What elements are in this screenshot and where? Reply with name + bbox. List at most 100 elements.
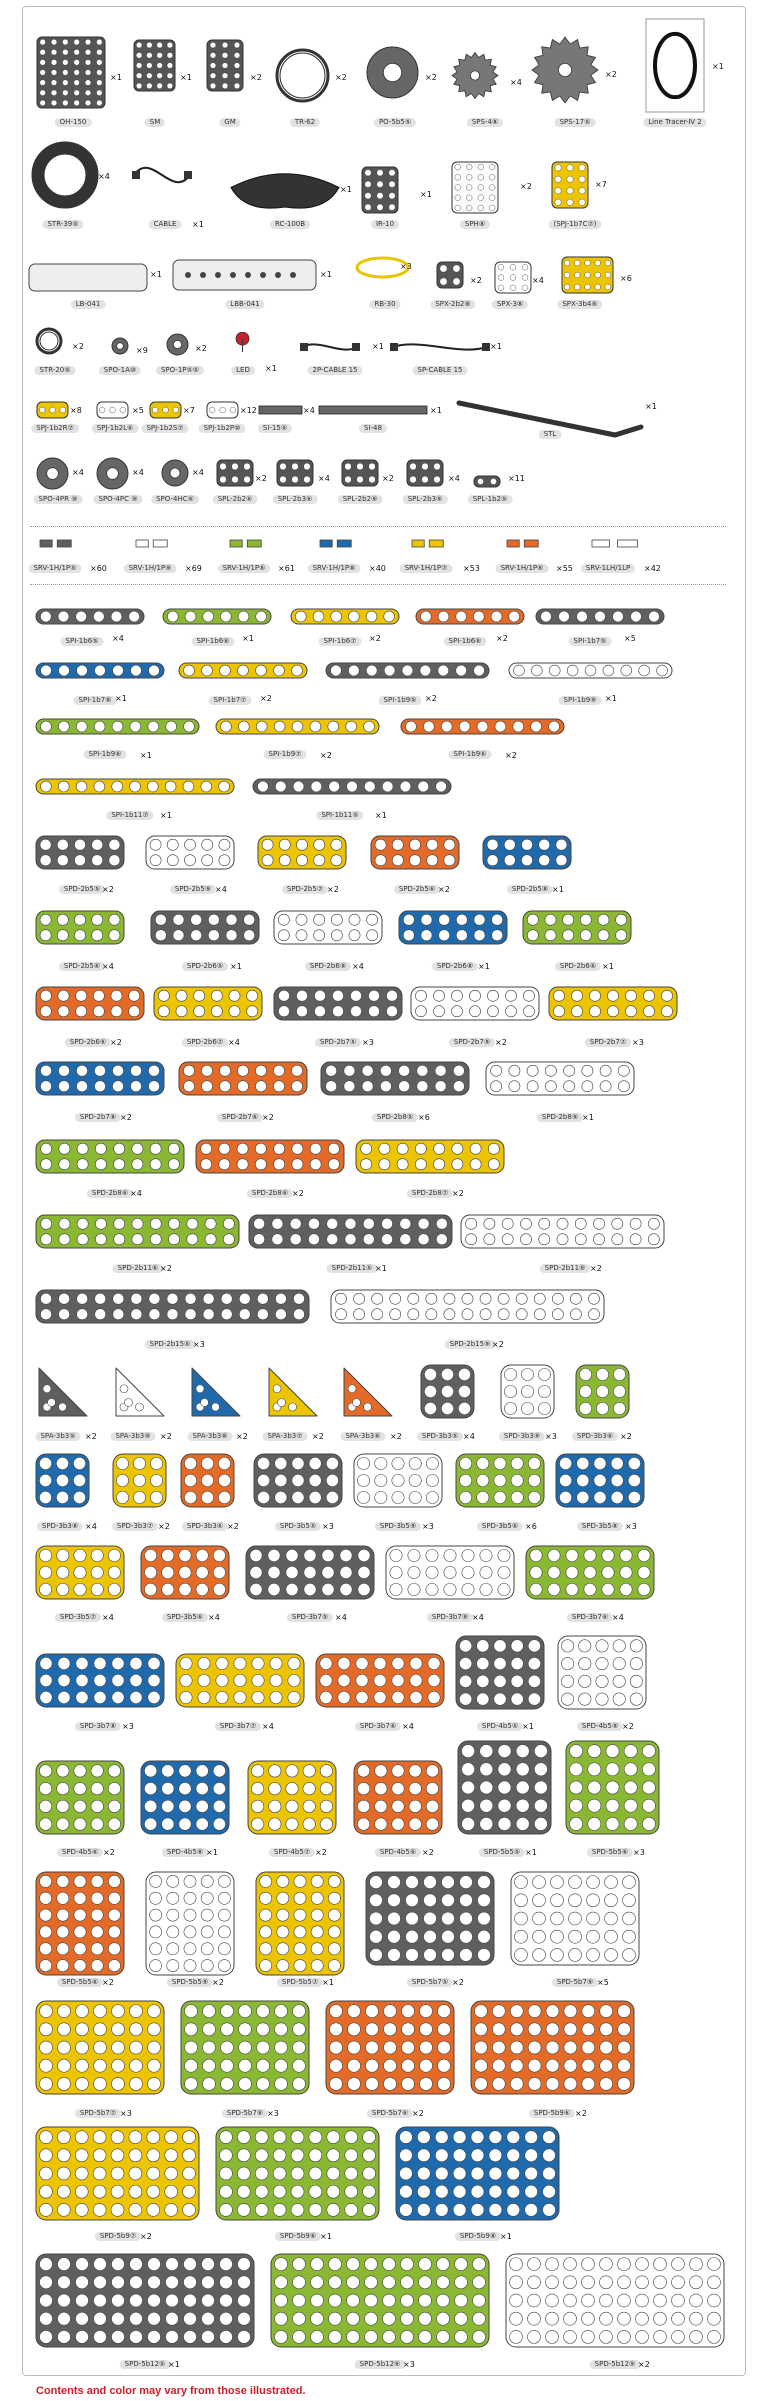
part-quantity: ×4 xyxy=(98,172,110,181)
part-quantity: ×1 xyxy=(140,751,152,760)
part-quantity: ×1 xyxy=(645,402,657,411)
part-code-label: SPD-4b5⑦ xyxy=(268,1848,316,1857)
part-quantity: ×2 xyxy=(382,474,394,483)
part-quantity: ×4 xyxy=(130,1189,142,1198)
part-code-label: SP-CABLE 15 xyxy=(412,366,468,375)
rivet-icon xyxy=(39,539,72,548)
part-code-label: SPD-4b5⑤ xyxy=(476,1722,524,1731)
part-quantity: ×3 xyxy=(633,1848,645,1857)
l-bracket-icon xyxy=(276,459,314,487)
part-code-label: SPO-4PC ⑨ xyxy=(93,495,143,504)
part-code-label: SPD-2b6⑧ xyxy=(431,962,479,971)
part-quantity: ×2 xyxy=(315,1848,327,1857)
section-divider xyxy=(30,584,726,585)
part-code-label: SPD-3b5⑥ xyxy=(476,1522,524,1531)
part-code-label: SPD-3b7⑤ xyxy=(286,1613,334,1622)
part-quantity: ×5 xyxy=(624,634,636,643)
part-code-label: SPO-4PR ⑨ xyxy=(33,495,83,504)
plate-icon xyxy=(150,910,260,945)
l-bracket-icon xyxy=(216,459,254,487)
part-quantity: ×2 xyxy=(236,1432,248,1441)
plate-icon xyxy=(112,1453,167,1508)
part-quantity: ×4 xyxy=(228,1038,240,1047)
part-code-label: SPI-1b9⑥ xyxy=(83,750,127,759)
part-quantity: ×3 xyxy=(322,1522,334,1531)
part-code-label: SPD-5b5⑥ xyxy=(56,1978,104,1987)
part-quantity: ×1 xyxy=(340,185,352,194)
part-quantity: ×40 xyxy=(369,564,386,573)
plate-icon xyxy=(485,1061,635,1096)
part-quantity: ×2 xyxy=(452,1978,464,1987)
part-code-label: SPI-1b7⑤ xyxy=(568,637,612,646)
beam-icon xyxy=(252,778,452,795)
part-code-label: SPD-2b11⑨ xyxy=(539,1264,591,1273)
plate-icon xyxy=(315,1653,445,1708)
part-code-label: SPI-1b6⑥ xyxy=(191,637,235,646)
part-quantity: ×6 xyxy=(525,1522,537,1531)
part-code-label: SPD-5b5⑤ xyxy=(478,1848,526,1857)
part-code-label: SRV-1H/1P⑨ xyxy=(123,564,177,573)
part-code-label: SPD-5b5⑦ xyxy=(276,1978,324,1987)
part-quantity: ×2 xyxy=(335,73,347,82)
plate-icon xyxy=(273,986,403,1021)
plate-icon xyxy=(365,1871,495,1966)
part-quantity: ×7 xyxy=(595,180,607,189)
part-code-label: SPD-2b5⑦ xyxy=(281,885,329,894)
part-code-label: SPL-1b2⑤ xyxy=(467,495,513,504)
plate-icon xyxy=(505,2253,725,2348)
part-quantity: ×4 xyxy=(85,1522,97,1531)
part-quantity: ×2 xyxy=(505,751,517,760)
ring-icon xyxy=(35,327,63,355)
part-code-label: SPD-3b5⑦ xyxy=(54,1613,102,1622)
part-quantity: ×1 xyxy=(582,1113,594,1122)
part-quantity: ×3 xyxy=(403,2360,415,2369)
plate-icon xyxy=(510,1871,640,1966)
part-quantity: ×1 xyxy=(265,364,277,373)
part-quantity: ×1 xyxy=(552,885,564,894)
part-quantity: ×1 xyxy=(180,73,192,82)
part-quantity: ×42 xyxy=(644,564,661,573)
part-quantity: ×8 xyxy=(70,406,82,415)
plate-icon xyxy=(555,1453,645,1508)
part-quantity: ×2 xyxy=(102,1978,114,1987)
plate-icon xyxy=(273,910,383,945)
part-quantity: ×2 xyxy=(470,276,482,285)
part-code-label: STR-20⑤ xyxy=(34,366,76,375)
part-quantity: ×2 xyxy=(320,751,332,760)
plate-icon xyxy=(175,1653,305,1708)
remote-controller-icon xyxy=(230,173,340,209)
wheel-hub-icon xyxy=(96,457,129,490)
part-code-label: SPD-2b15⑤ xyxy=(144,1340,196,1349)
plate-icon xyxy=(325,2000,455,2095)
part-quantity: ×11 xyxy=(508,474,525,483)
part-code-label: SRV-1H/1P⑦ xyxy=(399,564,453,573)
part-quantity: ×3 xyxy=(267,2109,279,2118)
plate-icon xyxy=(522,910,632,945)
part-code-label: SPO-1P⑤⑤ xyxy=(155,366,205,375)
plate-icon xyxy=(35,1871,125,1976)
part-code-label: SPX-3b4⑥ xyxy=(557,300,603,309)
pulley-icon xyxy=(366,46,419,99)
part-code-label: SPA-3b3⑥ xyxy=(340,1432,386,1441)
triangle-plate-icon xyxy=(115,1367,165,1417)
plate-icon xyxy=(140,1545,230,1600)
part-quantity: ×1 xyxy=(375,1264,387,1273)
part-code-label: SPD-5b12⑥ xyxy=(354,2360,406,2369)
plate-icon xyxy=(35,1653,165,1708)
part-code-label: SPI-1b7⑦ xyxy=(208,696,252,705)
part-code-label: SPD-3b3⑤ xyxy=(416,1432,464,1441)
connector-icon xyxy=(494,261,532,294)
hub-icon xyxy=(161,459,189,487)
part-code-label: SPD-4b5⑨ xyxy=(576,1722,624,1731)
plate-icon xyxy=(565,1740,660,1835)
plate-icon xyxy=(180,1453,235,1508)
part-quantity: ×2 xyxy=(390,1432,402,1441)
part-quantity: ×4 xyxy=(510,78,522,87)
servo-motor-icon xyxy=(133,39,176,92)
part-code-label: SPD-3b7⑨ xyxy=(426,1613,474,1622)
part-code-label: SPA-3b3⑦ xyxy=(262,1432,308,1441)
plate-icon xyxy=(35,1453,90,1508)
controller-icon xyxy=(36,36,106,109)
frame-icon xyxy=(451,161,499,214)
part-quantity: ×4 xyxy=(132,468,144,477)
